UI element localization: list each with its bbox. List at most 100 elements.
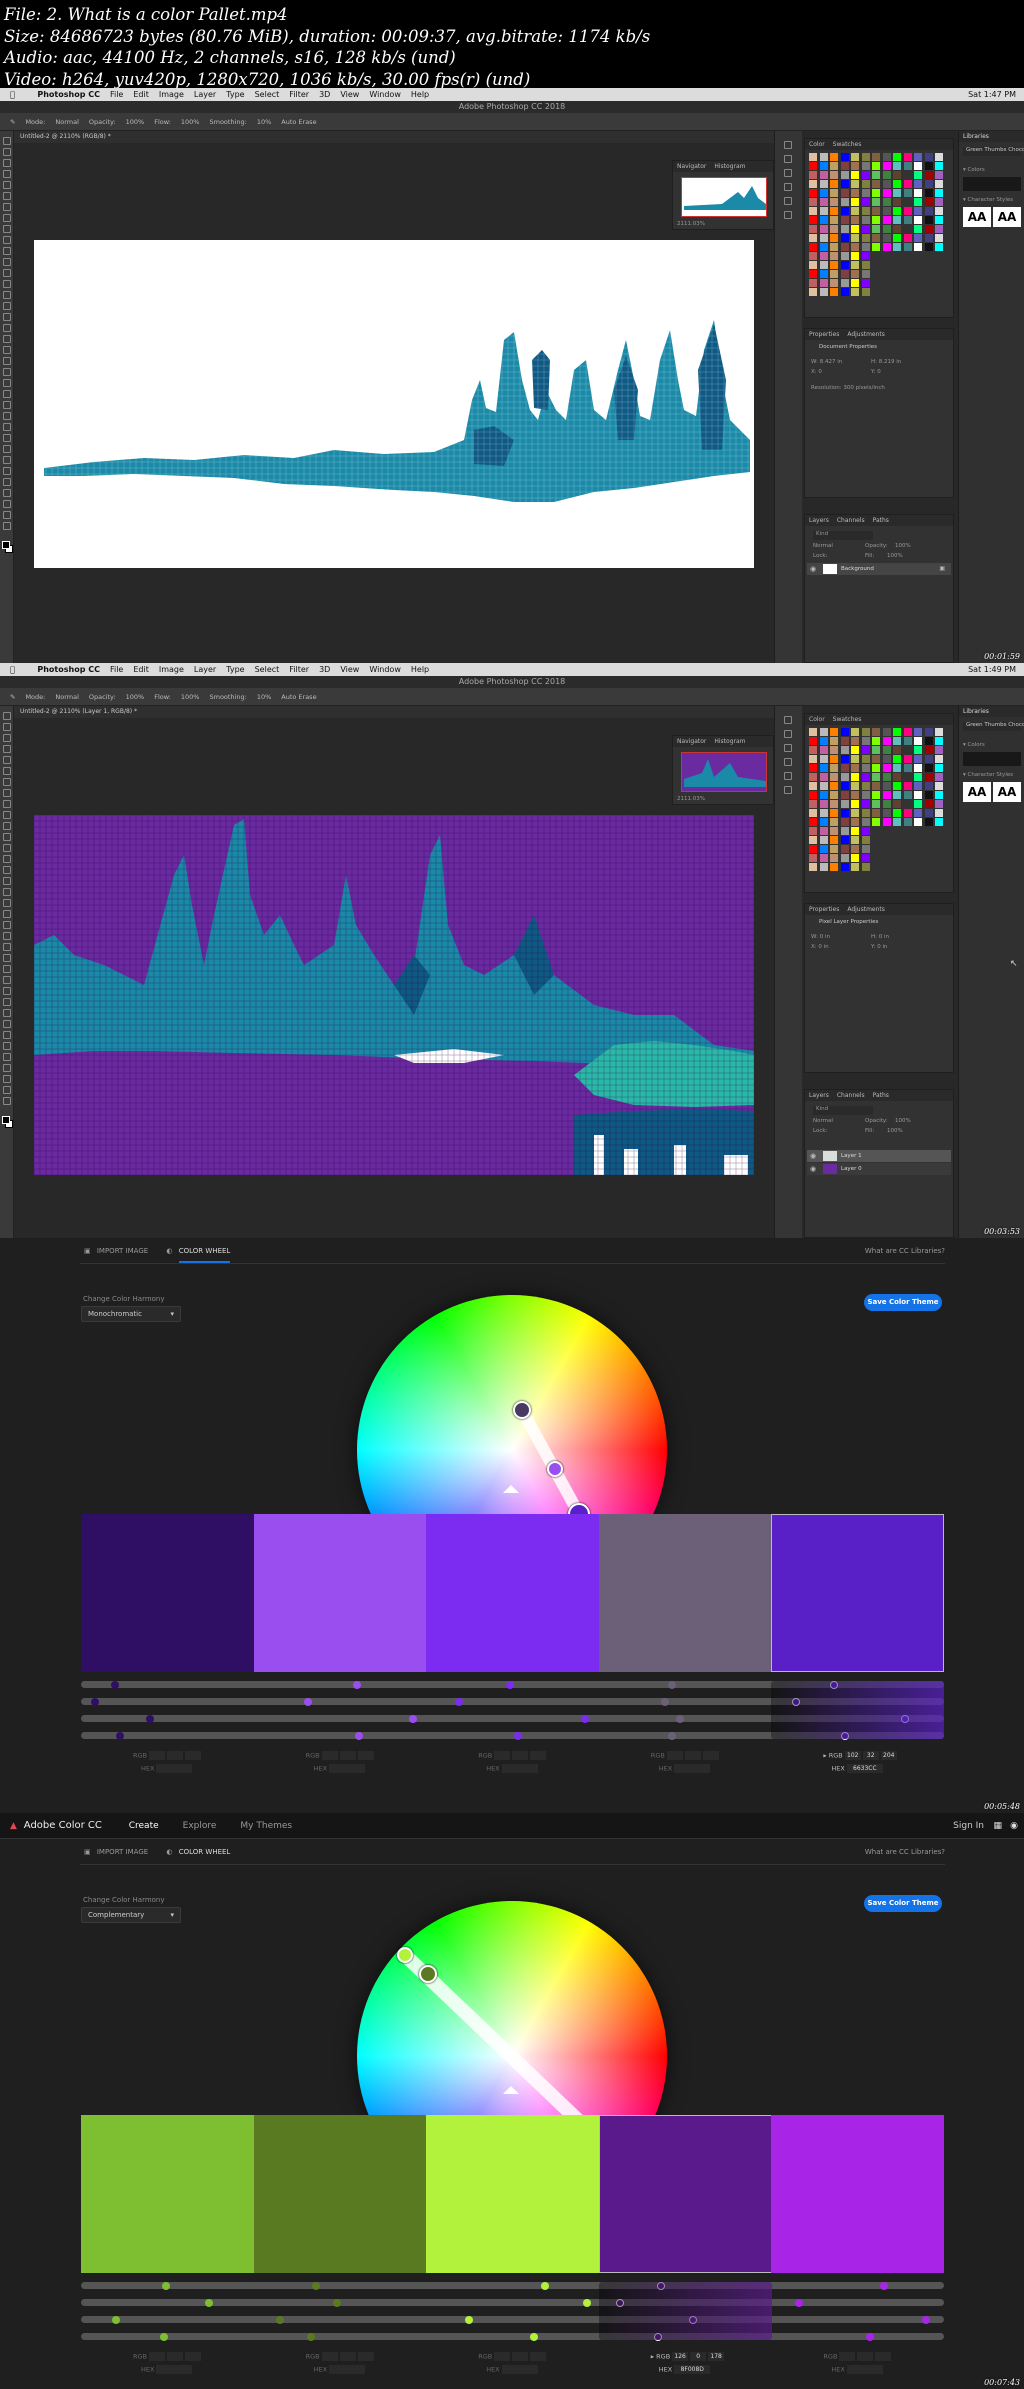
color-swatch[interactable] (872, 189, 880, 197)
color-swatch[interactable] (882, 809, 891, 817)
color-swatch[interactable] (903, 809, 912, 817)
color-swatch[interactable] (914, 818, 922, 826)
color-swatch[interactable] (861, 198, 870, 206)
panel-tab-properties[interactable]: Properties (809, 906, 839, 913)
panel-tab-channels[interactable]: Channels (837, 1092, 865, 1099)
color-swatch[interactable] (893, 755, 901, 763)
color-swatch[interactable] (893, 746, 901, 754)
color-swatch[interactable] (882, 234, 891, 242)
color-swatch[interactable] (809, 270, 817, 278)
color-swatch[interactable] (830, 764, 838, 772)
slider-handle[interactable] (115, 1731, 124, 1740)
menu-edit[interactable]: Edit (133, 663, 149, 676)
swatch-grid[interactable] (809, 153, 949, 303)
color-swatch[interactable] (819, 773, 828, 781)
color-swatch[interactable] (935, 216, 943, 224)
hex-field[interactable] (329, 1764, 366, 1773)
tool-icon[interactable] (3, 778, 11, 786)
hex-field[interactable]: 6633CC (846, 1764, 883, 1773)
color-handle[interactable] (547, 1461, 563, 1477)
slider-handle[interactable] (275, 2315, 284, 2324)
slider-handle[interactable] (311, 2281, 320, 2290)
slider-handle[interactable] (465, 2315, 474, 2324)
color-swatch[interactable] (819, 171, 828, 179)
panel-tab-histogram[interactable]: Histogram (714, 738, 745, 745)
color-swatch[interactable] (809, 728, 817, 736)
color-swatch[interactable] (809, 800, 817, 808)
tool-icon[interactable] (3, 302, 11, 310)
color-swatch[interactable] (851, 261, 859, 269)
tool-icon[interactable] (3, 148, 11, 156)
color-swatch[interactable] (851, 243, 859, 251)
color-swatch[interactable] (872, 216, 880, 224)
color-swatch[interactable] (851, 270, 859, 278)
color-swatch[interactable] (851, 854, 859, 862)
blend-mode[interactable]: Normal (813, 1118, 833, 1124)
color-swatch[interactable] (819, 746, 828, 754)
harmony-select[interactable]: Complementary ▾ (81, 1907, 181, 1923)
tool-icon[interactable] (3, 1042, 11, 1050)
tool-icon[interactable] (3, 236, 11, 244)
slider-handle[interactable] (668, 1731, 677, 1740)
color-swatch[interactable] (851, 782, 859, 790)
color-swatch[interactable] (819, 216, 828, 224)
color-swatch[interactable] (809, 836, 817, 844)
color-swatch[interactable] (872, 207, 880, 215)
color-swatch[interactable] (935, 243, 943, 251)
color-swatch[interactable] (872, 818, 880, 826)
navigator-thumbnail[interactable] (681, 177, 767, 217)
color-slider-track[interactable] (81, 2316, 944, 2323)
tool-icon[interactable] (3, 965, 11, 973)
color-swatch[interactable] (840, 737, 849, 745)
color-swatch[interactable] (819, 836, 828, 844)
color-swatch[interactable] (903, 162, 912, 170)
color-swatch[interactable] (935, 818, 943, 826)
color-swatch[interactable] (809, 234, 817, 242)
color-swatch[interactable] (840, 863, 849, 871)
rgb-field[interactable]: 102 (844, 1751, 861, 1760)
color-swatch[interactable] (872, 243, 880, 251)
color-swatch[interactable] (819, 279, 828, 287)
color-swatch[interactable] (851, 279, 859, 287)
option-item[interactable]: Smoothing: (209, 688, 246, 706)
color-swatch[interactable] (809, 809, 817, 817)
option-item[interactable]: 100% (126, 113, 145, 131)
navigator-thumbnail[interactable] (681, 752, 767, 792)
eye-icon[interactable]: ◉ (810, 1165, 816, 1173)
color-swatch[interactable] (893, 728, 901, 736)
color-swatch[interactable] (893, 216, 901, 224)
color-swatch[interactable] (830, 225, 838, 233)
color-swatch-tile[interactable] (426, 2115, 600, 2273)
hex-field[interactable] (156, 1764, 193, 1773)
color-swatch[interactable] (872, 234, 880, 242)
panel-tab-adjustments[interactable]: Adjustments (847, 331, 885, 338)
color-swatch[interactable] (924, 171, 933, 179)
tool-icon[interactable] (3, 866, 11, 874)
color-swatch[interactable] (819, 198, 828, 206)
color-swatch[interactable] (830, 216, 838, 224)
save-color-theme-button[interactable]: Save Color Theme (864, 1294, 942, 1311)
color-swatch[interactable] (893, 153, 901, 161)
color-swatch[interactable] (882, 162, 891, 170)
tool-icon[interactable] (3, 225, 11, 233)
panel-icon[interactable] (784, 786, 792, 794)
color-swatch[interactable] (809, 755, 817, 763)
option-item[interactable]: 100% (181, 113, 200, 131)
color-swatch[interactable] (861, 225, 870, 233)
char-style-sample[interactable]: AA (963, 207, 991, 227)
rgb-field[interactable] (167, 1751, 184, 1760)
color-swatch[interactable] (830, 270, 838, 278)
color-swatch[interactable] (809, 746, 817, 754)
slider-handle[interactable] (145, 1714, 154, 1723)
color-swatch[interactable] (914, 243, 922, 251)
color-swatch[interactable] (935, 198, 943, 206)
tool-icon[interactable] (3, 203, 11, 211)
opacity-value[interactable]: 100% (895, 1118, 911, 1124)
color-swatch[interactable] (830, 189, 838, 197)
color-swatch[interactable] (819, 288, 828, 296)
color-swatch-tile[interactable] (81, 1514, 254, 1672)
color-handle[interactable] (397, 1947, 413, 1963)
tool-icon[interactable] (3, 192, 11, 200)
slider-handle[interactable] (582, 2298, 591, 2307)
color-swatch[interactable] (830, 818, 838, 826)
